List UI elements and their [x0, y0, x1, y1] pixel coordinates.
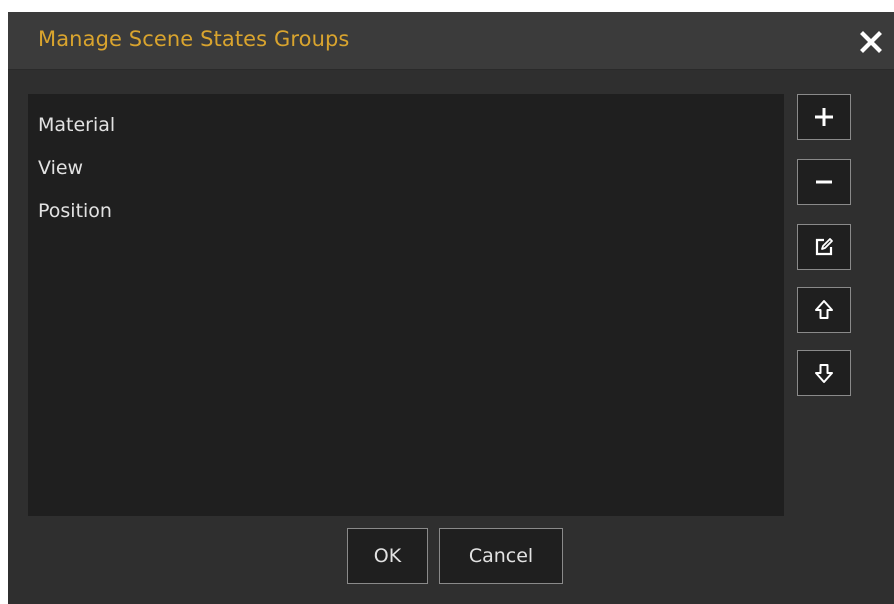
- manage-scene-states-groups-dialog: Manage Scene States Groups Material View…: [8, 12, 894, 604]
- move-down-button[interactable]: [797, 350, 851, 396]
- edit-icon: [815, 238, 833, 256]
- add-group-button[interactable]: [797, 94, 851, 140]
- close-icon: [860, 31, 882, 53]
- edit-group-button[interactable]: [797, 224, 851, 270]
- remove-group-button[interactable]: [797, 159, 851, 205]
- move-up-button[interactable]: [797, 287, 851, 333]
- ok-button[interactable]: OK: [347, 528, 428, 584]
- dialog-title: Manage Scene States Groups: [38, 27, 350, 51]
- minus-icon: [816, 180, 832, 184]
- list-item[interactable]: Material: [28, 104, 784, 147]
- plus-icon: [815, 108, 833, 126]
- close-button[interactable]: [856, 27, 886, 57]
- groups-list[interactable]: Material View Position: [28, 94, 784, 516]
- dialog-titlebar: Manage Scene States Groups: [8, 12, 894, 70]
- list-item[interactable]: View: [28, 147, 784, 190]
- arrow-down-icon: [815, 364, 833, 383]
- arrow-up-icon: [815, 300, 833, 319]
- cancel-button[interactable]: Cancel: [439, 528, 563, 584]
- list-item[interactable]: Position: [28, 190, 784, 233]
